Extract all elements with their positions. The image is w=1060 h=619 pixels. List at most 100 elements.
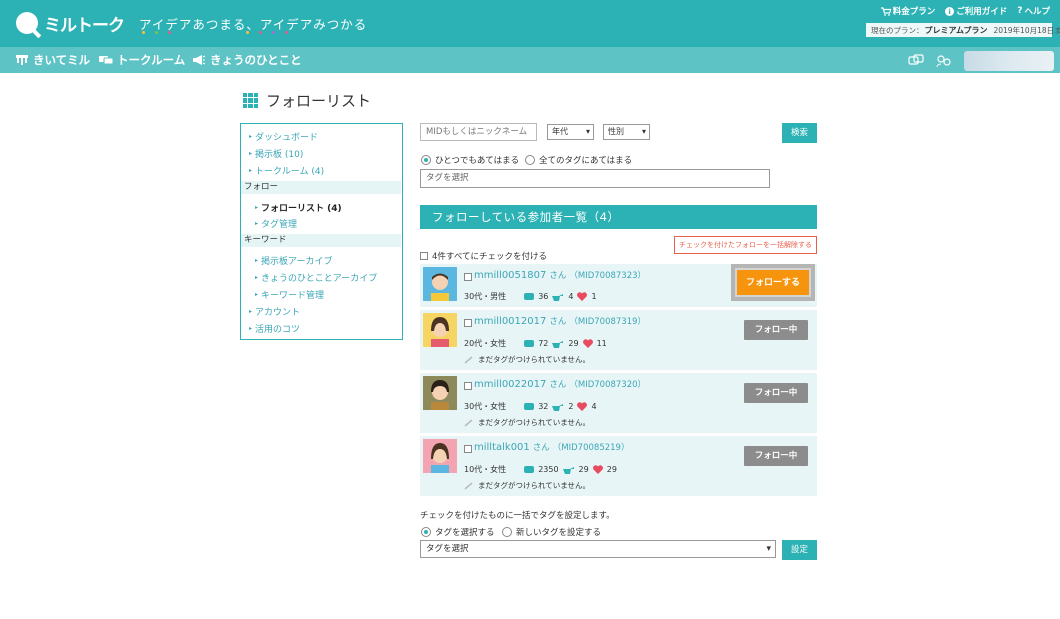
radio-select-tag-control[interactable] bbox=[421, 527, 431, 537]
follow-button[interactable]: フォローする bbox=[735, 268, 811, 297]
radio-new-tag[interactable]: 新しいタグを設定する bbox=[502, 526, 601, 538]
user-avatar-menu[interactable] bbox=[964, 51, 1054, 71]
chat-icon bbox=[99, 56, 113, 65]
connections-icon[interactable] bbox=[936, 54, 952, 68]
no-tag-note: まだタグがつけられていません。 bbox=[464, 417, 590, 428]
user-likes: 4 bbox=[591, 402, 597, 411]
pricing-link[interactable]: 料金プラン bbox=[880, 5, 936, 17]
podium-icon bbox=[16, 55, 28, 65]
guide-link[interactable]: ご利用ガイド bbox=[945, 5, 1007, 17]
pricing-link-label: 料金プラン bbox=[892, 7, 936, 17]
search-input[interactable] bbox=[420, 123, 537, 141]
tagline-dots bbox=[142, 31, 181, 34]
user-female-icon bbox=[431, 443, 449, 473]
following-button[interactable]: フォロー中 bbox=[744, 446, 808, 466]
plan-expiry: 2019年10月18日まで bbox=[993, 25, 1060, 35]
search-button[interactable]: 検索 bbox=[782, 123, 817, 143]
check-all[interactable]: 4件すべてにチェックを付ける bbox=[420, 250, 547, 262]
grid-icon bbox=[243, 93, 258, 108]
logo-text: ミルトーク bbox=[44, 15, 125, 36]
user-meta: 20代・女性 72 29 11 bbox=[464, 338, 607, 349]
page-title: フォローリスト bbox=[243, 90, 371, 111]
user-name-line[interactable]: milltalk001 さん （MID70085219） bbox=[474, 441, 629, 453]
posts-icon bbox=[524, 293, 535, 300]
sidemenu-tips[interactable]: 活用のコツ bbox=[249, 322, 300, 335]
pencil-icon[interactable] bbox=[464, 355, 474, 364]
sidemenu-board-archive[interactable]: 掲示板アーカイブ bbox=[255, 254, 332, 267]
logo[interactable]: ミルトーク bbox=[16, 9, 125, 37]
user-name[interactable]: mmill0051807 bbox=[474, 270, 546, 281]
radio-any-tag-control[interactable] bbox=[421, 155, 431, 165]
nav-kiitemiru[interactable]: きいてミル bbox=[15, 52, 90, 68]
user-posts: 36 bbox=[538, 292, 549, 301]
user-name-line[interactable]: mmill0012017 さん （MID70087319） bbox=[474, 315, 646, 327]
radio-any-tag[interactable]: ひとつでもあてはまる bbox=[421, 154, 519, 166]
sidemenu-talkroom[interactable]: トークルーム (4) bbox=[249, 164, 324, 177]
nav-hitokoto[interactable]: きょうのひとこと bbox=[192, 52, 302, 68]
radio-select-tag[interactable]: タグを選択する bbox=[421, 526, 495, 538]
radio-any-tag-label: ひとつでもあてはまる bbox=[435, 156, 520, 166]
bulk-tag-select[interactable]: タグを選択 bbox=[420, 540, 776, 558]
logo-q-icon bbox=[16, 12, 38, 34]
user-likes: 11 bbox=[596, 339, 607, 348]
avatar[interactable] bbox=[423, 313, 457, 347]
bulk-unfollow-button[interactable]: チェックを付けたフォローを一括解除する bbox=[674, 236, 817, 254]
user-card: mmill0012017 さん （MID70087319） 20代・女性 72 29… bbox=[420, 310, 817, 370]
avatar[interactable] bbox=[423, 376, 457, 410]
following-button[interactable]: フォロー中 bbox=[744, 320, 808, 340]
user-name-line[interactable]: mmill0051807 さん （MID70087323） bbox=[474, 269, 646, 281]
nav-talkroom[interactable]: トークルーム bbox=[99, 52, 185, 68]
sidemenu-follow-head: フォロー bbox=[241, 181, 401, 194]
sidemenu-follow-list[interactable]: フォローリスト (4) bbox=[255, 201, 342, 214]
user-profile: 10代・女性 bbox=[464, 465, 507, 474]
user-name[interactable]: milltalk001 bbox=[474, 442, 530, 453]
user-checkbox[interactable] bbox=[464, 382, 472, 390]
user-mid: （MID70087319） bbox=[569, 317, 647, 327]
help-link[interactable]: ? ヘルプ bbox=[1017, 5, 1050, 17]
set-tag-button[interactable]: 設定 bbox=[782, 540, 817, 560]
pointing-hand-icon bbox=[552, 293, 564, 301]
user-name[interactable]: mmill0022017 bbox=[474, 379, 546, 390]
user-mid: （MID70087323） bbox=[569, 271, 647, 281]
user-points: 29 bbox=[568, 339, 579, 348]
sidemenu-board[interactable]: 掲示板 (10) bbox=[249, 147, 303, 160]
cart-icon bbox=[880, 6, 891, 16]
user-likes: 1 bbox=[591, 292, 597, 301]
sidemenu-keyword-manage[interactable]: キーワード管理 bbox=[255, 288, 324, 301]
user-points: 4 bbox=[568, 292, 574, 301]
user-meta: 30代・男性 36 4 1 bbox=[464, 291, 597, 302]
user-checkbox[interactable] bbox=[464, 319, 472, 327]
gender-select[interactable]: 性別 bbox=[603, 124, 650, 140]
sidemenu-account[interactable]: アカウント bbox=[249, 305, 300, 318]
user-san: さん bbox=[549, 271, 567, 281]
age-select[interactable]: 年代 bbox=[547, 124, 594, 140]
user-checkbox[interactable] bbox=[464, 273, 472, 281]
user-points: 2 bbox=[568, 402, 574, 411]
bulk-tag-label: チェックを付けたものに一括でタグを設定します。 bbox=[420, 511, 615, 521]
user-name[interactable]: mmill0012017 bbox=[474, 316, 546, 327]
follow-button-frame: フォローする bbox=[731, 264, 815, 301]
radio-all-tags[interactable]: 全てのタグにあてはまる bbox=[525, 154, 632, 166]
radio-new-tag-control[interactable] bbox=[502, 527, 512, 537]
tag-filter-input[interactable]: タグを選択 bbox=[420, 169, 770, 188]
plan-box: 現在のプラン： プレミアムプラン 2019年10月18日まで bbox=[866, 23, 1060, 37]
pencil-icon[interactable] bbox=[464, 481, 474, 490]
sidemenu-hitokoto-archive[interactable]: きょうのひとことアーカイブ bbox=[255, 271, 377, 284]
avatar[interactable] bbox=[423, 267, 457, 301]
avatar[interactable] bbox=[423, 439, 457, 473]
pencil-icon[interactable] bbox=[464, 418, 474, 427]
posts-icon bbox=[524, 340, 535, 347]
user-posts: 2350 bbox=[538, 465, 559, 474]
user-card: milltalk001 さん （MID70085219） 10代・女性 2350 2… bbox=[420, 436, 817, 496]
tagline-dots-2 bbox=[246, 31, 298, 34]
messages-icon[interactable] bbox=[908, 54, 924, 68]
sidemenu-dashboard[interactable]: ダッシュボード bbox=[249, 130, 318, 143]
sidemenu-tag-manage[interactable]: タグ管理 bbox=[255, 217, 297, 230]
following-button[interactable]: フォロー中 bbox=[744, 383, 808, 403]
check-all-checkbox[interactable] bbox=[420, 252, 428, 260]
help-link-label: ヘルプ bbox=[1024, 7, 1050, 17]
user-checkbox[interactable] bbox=[464, 445, 472, 453]
radio-all-tags-control[interactable] bbox=[525, 155, 535, 165]
user-name-line[interactable]: mmill0022017 さん （MID70087320） bbox=[474, 378, 646, 390]
posts-icon bbox=[524, 466, 535, 473]
